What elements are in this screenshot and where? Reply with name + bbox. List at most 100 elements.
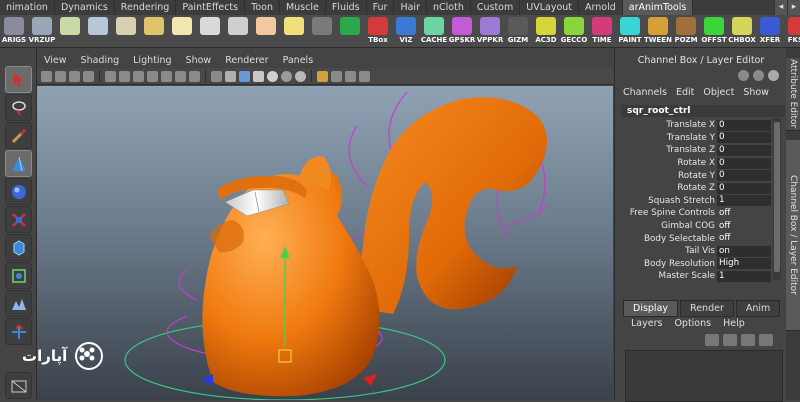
lasso-tool-icon[interactable] bbox=[5, 94, 32, 121]
channel-box-menu-edit[interactable]: Edit bbox=[676, 87, 694, 98]
viewport-menu-lighting[interactable]: Lighting bbox=[126, 55, 178, 66]
resolution-gate-icon[interactable] bbox=[133, 70, 144, 82]
all-lights-icon[interactable] bbox=[295, 70, 306, 82]
shelf-tab[interactable]: Custom bbox=[471, 0, 521, 15]
isolate-select-icon[interactable] bbox=[331, 70, 342, 82]
translate-x-arrow-icon[interactable] bbox=[363, 374, 377, 386]
grid-icon[interactable] bbox=[105, 70, 116, 82]
channel-row[interactable]: Translate Z0 bbox=[615, 144, 771, 157]
channel-value[interactable]: 1 bbox=[717, 195, 771, 207]
shelf-tab-right-arrow-icon[interactable]: ▸ bbox=[787, 0, 800, 15]
channel-row[interactable]: Master Scale 1 bbox=[615, 270, 771, 283]
scale-tool-icon[interactable] bbox=[5, 206, 32, 233]
channel-name[interactable]: Gimbal COG bbox=[615, 221, 717, 231]
translate-z-arrow-icon[interactable] bbox=[201, 374, 213, 386]
new-empty-layer-icon[interactable] bbox=[723, 334, 737, 346]
shelf-button[interactable]: CACHE bbox=[420, 15, 448, 47]
channel-box-toggle-icon[interactable] bbox=[738, 70, 749, 81]
channel-row[interactable]: Tail Vis on bbox=[615, 245, 771, 258]
shelf-button[interactable]: TWEEN bbox=[644, 15, 672, 47]
shelf-button[interactable] bbox=[196, 15, 224, 47]
layer-menu-help[interactable]: Help bbox=[723, 318, 745, 329]
bookmark-icon[interactable] bbox=[69, 70, 80, 82]
channel-row[interactable]: Rotate X0 bbox=[615, 157, 771, 170]
channel-row[interactable]: Rotate Y0 bbox=[615, 169, 771, 182]
channel-value[interactable]: 0 bbox=[717, 144, 771, 156]
shelf-button[interactable]: ARIGS bbox=[0, 15, 28, 47]
shelf-button[interactable]: PAINT bbox=[616, 15, 644, 47]
select-camera-icon[interactable] bbox=[41, 70, 52, 82]
channel-value[interactable]: 0 bbox=[717, 157, 771, 169]
attribute-editor-tab[interactable]: Attribute Editor bbox=[786, 58, 800, 131]
rotate-tool-icon[interactable] bbox=[5, 178, 32, 205]
shelf-tab[interactable]: arAnimTools bbox=[622, 0, 694, 15]
shelf-button[interactable]: TIME bbox=[588, 15, 616, 47]
xray-components-icon[interactable] bbox=[359, 70, 370, 82]
channel-name[interactable]: Body Selectable bbox=[615, 234, 717, 244]
channel-row[interactable]: Translate Y0 bbox=[615, 132, 771, 145]
shelf-button[interactable] bbox=[336, 15, 364, 47]
channel-value[interactable]: 1 bbox=[717, 270, 771, 282]
wireframe-on-shaded-icon[interactable] bbox=[239, 70, 250, 82]
shelf-button[interactable]: CHBOX bbox=[728, 15, 756, 47]
move-layer-down-icon[interactable] bbox=[759, 334, 773, 346]
shelf-tab[interactable]: PaintEffects bbox=[176, 0, 246, 15]
shelf-button[interactable]: XFER bbox=[756, 15, 784, 47]
move-layer-up-icon[interactable] bbox=[741, 334, 755, 346]
channel-box-scroll-thumb[interactable] bbox=[774, 122, 780, 272]
channel-value[interactable]: off bbox=[717, 233, 771, 244]
viewport-menu-shading[interactable]: Shading bbox=[74, 55, 127, 66]
shelf-tab[interactable]: Arnold bbox=[579, 0, 623, 15]
channel-value[interactable]: 0 bbox=[717, 119, 771, 131]
film-gate-icon[interactable] bbox=[119, 70, 130, 82]
shelf-button[interactable] bbox=[252, 15, 280, 47]
selected-object-name[interactable]: sqr_root_ctrl bbox=[621, 105, 785, 117]
shelf-button[interactable]: OFFST bbox=[700, 15, 728, 47]
textured-icon[interactable] bbox=[253, 70, 264, 82]
channel-value[interactable]: 0 bbox=[717, 182, 771, 194]
shelf-button[interactable]: VRZUP bbox=[28, 15, 56, 47]
shelf-button[interactable]: POZM bbox=[672, 15, 700, 47]
shelf-button[interactable]: FKSII bbox=[784, 15, 800, 47]
shadows-icon[interactable] bbox=[281, 70, 292, 82]
viewport-menu-panels[interactable]: Panels bbox=[276, 55, 321, 66]
shelf-button[interactable] bbox=[56, 15, 84, 47]
layer-menu-options[interactable]: Options bbox=[674, 318, 711, 329]
viewport-menu-view[interactable]: View bbox=[37, 55, 74, 66]
viewport-menu-renderer[interactable]: Renderer bbox=[218, 55, 275, 66]
channel-name[interactable]: Translate Y bbox=[615, 133, 717, 143]
shelf-tab[interactable]: UVLayout bbox=[520, 0, 579, 15]
channel-name[interactable]: Master Scale bbox=[615, 271, 717, 281]
channel-value[interactable]: 0 bbox=[717, 132, 771, 144]
universal-manipulator-icon[interactable] bbox=[5, 234, 32, 261]
layer-list[interactable] bbox=[625, 350, 783, 402]
channel-row[interactable]: Squash Stretch 1 bbox=[615, 195, 771, 208]
viewport-menu-show[interactable]: Show bbox=[179, 55, 219, 66]
shelf-button[interactable] bbox=[168, 15, 196, 47]
channel-row[interactable]: Free Spine Controls off bbox=[615, 207, 771, 220]
channel-name[interactable]: Rotate X bbox=[615, 158, 717, 168]
select-tool-icon[interactable] bbox=[5, 66, 32, 93]
shelf-tab[interactable]: Fur bbox=[367, 0, 395, 15]
shelf-button[interactable] bbox=[140, 15, 168, 47]
shelf-button[interactable]: AC3D bbox=[532, 15, 560, 47]
shelf-button[interactable] bbox=[224, 15, 252, 47]
default-lighting-icon[interactable] bbox=[267, 70, 278, 82]
channel-name[interactable]: Squash Stretch bbox=[615, 196, 717, 206]
channel-row[interactable]: Body Selectable off bbox=[615, 232, 771, 245]
shelf-tab[interactable]: Toon bbox=[245, 0, 280, 15]
field-chart-icon[interactable] bbox=[161, 70, 172, 82]
shelf-button[interactable]: GIZM bbox=[504, 15, 532, 47]
channel-name[interactable]: Free Spine Controls bbox=[615, 208, 717, 218]
smooth-shade-icon[interactable] bbox=[225, 70, 236, 82]
move-tool-icon[interactable] bbox=[5, 150, 32, 177]
xray-icon[interactable] bbox=[317, 70, 328, 82]
channel-name[interactable]: Tail Vis bbox=[615, 246, 717, 256]
gate-mask-icon[interactable] bbox=[147, 70, 158, 82]
channel-name[interactable]: Rotate Y bbox=[615, 171, 717, 181]
channel-row[interactable]: Body Resolution High bbox=[615, 258, 771, 271]
channel-row[interactable]: Gimbal COG off bbox=[615, 220, 771, 233]
layout-panel-icon[interactable] bbox=[5, 372, 32, 399]
shelf-tab[interactable]: Muscle bbox=[280, 0, 326, 15]
safe-action-icon[interactable] bbox=[175, 70, 186, 82]
